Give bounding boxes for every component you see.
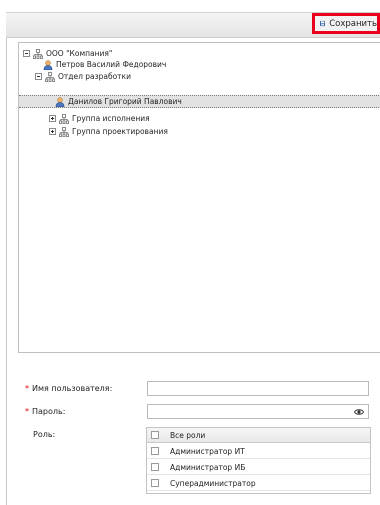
tree-node-company[interactable]: ООО "Компания" [23,48,112,59]
tree-node-label: Отдел разработки [58,72,131,81]
user-icon [43,59,53,70]
role-label: Роль: [33,430,56,439]
role-list: Все роли Администратор ИТ Администратор … [146,427,371,494]
role-option-label: Суперадминистратор [170,478,256,488]
eye-icon[interactable] [354,408,364,416]
toolbar: Сохранить [0,0,380,38]
role-option-row[interactable]: Администратор ИБ [147,460,370,475]
role-checkbox[interactable] [151,463,159,471]
role-option-label: Администратор ИТ [170,446,245,456]
org-structure-icon [33,48,43,59]
tree-node-label: Группа исполнения [72,114,150,123]
username-label: * Имя пользователя: [25,384,112,393]
save-icon [320,20,326,27]
role-checkbox[interactable] [151,479,159,487]
tree-node-department[interactable]: Отдел разработки [35,71,131,82]
content-border [6,38,7,505]
save-button-label: Сохранить [329,18,377,29]
tree-node-user[interactable]: Петров Василий Федорович [43,59,166,70]
tree-node-label: Данилов Григорий Павлович [68,97,182,106]
user-icon [55,96,65,107]
role-option-row[interactable]: Суперадминистратор [147,476,370,491]
username-label-text: Имя пользователя: [32,384,113,393]
password-label-text: Пароль: [32,407,66,416]
expand-icon[interactable] [49,115,56,122]
password-label: * Пароль: [25,407,65,416]
checkbox-all-roles[interactable] [151,431,159,439]
org-structure-icon [59,126,69,137]
tree-node-label: ООО "Компания" [46,49,113,58]
role-option-label: Администратор ИБ [170,462,246,472]
role-option-row[interactable]: Администратор ИТ [147,444,370,459]
required-mark: * [25,407,29,416]
tree-node-group-design[interactable]: Группа проектирования [49,126,168,137]
org-tree: ООО "Компания" Петров Василий Федорович … [18,42,380,353]
role-checkbox[interactable] [151,447,159,455]
required-mark: * [25,384,29,393]
org-structure-icon [45,71,55,82]
collapse-icon[interactable] [35,73,42,80]
tree-node-label: Группа проектирования [72,127,168,136]
org-structure-icon [59,113,69,124]
expand-icon[interactable] [49,128,56,135]
save-button[interactable]: Сохранить [312,13,380,34]
tree-node-group-execution[interactable]: Группа исполнения [49,113,150,124]
tree-node-user-selected[interactable]: Данилов Григорий Павлович [19,95,380,108]
role-all-label: Все роли [170,430,206,440]
tree-node-label: Петров Василий Федорович [56,60,167,69]
password-input[interactable] [147,404,369,419]
collapse-icon[interactable] [23,50,30,57]
role-all-row[interactable]: Все роли [147,428,370,443]
username-input[interactable] [147,381,369,396]
